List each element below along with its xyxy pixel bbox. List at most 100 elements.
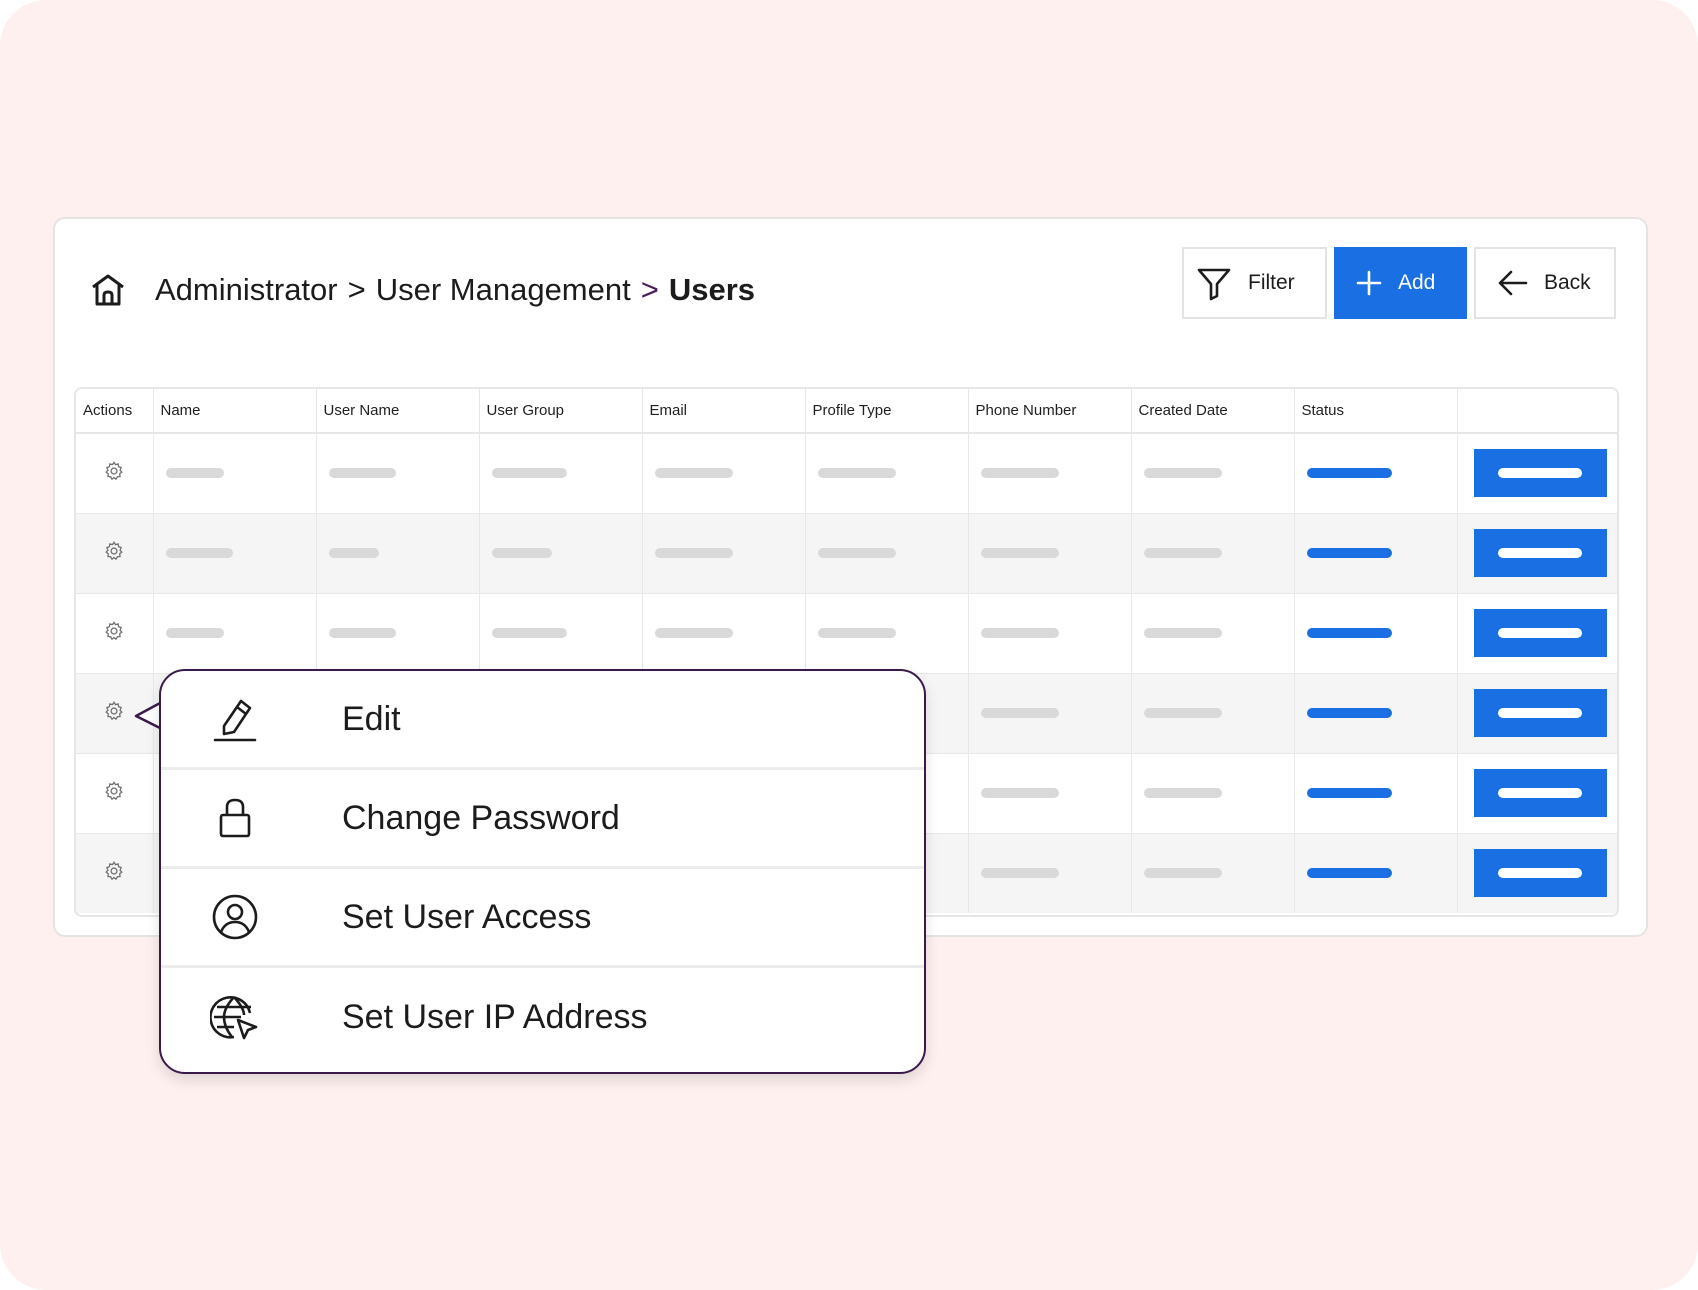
- row-button-placeholder: [1498, 548, 1582, 558]
- placeholder-bar: [980, 628, 1059, 638]
- placeholder-cell: [1131, 673, 1295, 754]
- actions-cell: [76, 433, 154, 514]
- placeholder-bar: [1143, 628, 1222, 638]
- placeholder-cell: [968, 753, 1132, 834]
- placeholder-bar: [654, 628, 733, 638]
- placeholder-bar: [980, 868, 1059, 879]
- status-cell: [1294, 593, 1458, 674]
- toolbar: Filter Add Back: [1182, 247, 1616, 319]
- add-button[interactable]: Add: [1334, 247, 1467, 319]
- placeholder-cell: [805, 433, 969, 514]
- placeholder-cell: [153, 593, 317, 674]
- back-label: Back: [1544, 271, 1591, 294]
- lock-icon: [208, 797, 262, 839]
- placeholder-cell: [968, 833, 1132, 913]
- page-background: Administrator > User Management > Users …: [0, 0, 1698, 1290]
- status-placeholder-bar: [1306, 468, 1392, 479]
- placeholder-cell: [479, 433, 643, 514]
- menu-item-label: Edit: [342, 699, 401, 738]
- placeholder-cell: [1131, 513, 1295, 594]
- page-title: Users: [668, 272, 756, 307]
- breadcrumb-item-administrator[interactable]: Administrator: [155, 272, 338, 308]
- gear-icon[interactable]: [103, 540, 125, 567]
- row-action-button[interactable]: [1473, 609, 1607, 657]
- filter-button[interactable]: Filter: [1182, 247, 1327, 319]
- status-placeholder-bar: [1306, 788, 1392, 798]
- gear-icon[interactable]: [103, 460, 125, 487]
- placeholder-bar: [817, 468, 896, 479]
- row-button-cell: [1457, 833, 1617, 913]
- placeholder-cell: [642, 513, 806, 594]
- placeholder-bar: [980, 548, 1059, 558]
- placeholder-bar: [1143, 468, 1222, 479]
- status-cell: [1294, 833, 1458, 913]
- column-header-user-group[interactable]: User Group: [479, 389, 643, 434]
- actions-cell: [76, 593, 154, 674]
- placeholder-cell: [1131, 753, 1295, 834]
- breadcrumb-item-user-management[interactable]: User Management: [376, 272, 631, 308]
- row-button-cell: [1457, 753, 1617, 834]
- placeholder-cell: [968, 673, 1132, 754]
- filter-icon: [1197, 268, 1231, 301]
- row-button-cell: [1457, 433, 1617, 514]
- column-header-status[interactable]: Status: [1294, 389, 1458, 434]
- actions-cell: [76, 833, 154, 913]
- menu-item-label: Change Password: [342, 798, 620, 837]
- row-button-cell: [1457, 593, 1617, 674]
- placeholder-bar: [491, 468, 567, 479]
- arrow-left-icon: [1498, 270, 1528, 296]
- breadcrumb-separator: >: [640, 272, 659, 307]
- placeholder-cell: [1131, 433, 1295, 514]
- placeholder-cell: [316, 433, 480, 514]
- gear-icon[interactable]: [103, 860, 125, 887]
- placeholder-bar: [980, 468, 1059, 479]
- add-label: Add: [1398, 271, 1436, 294]
- placeholder-bar: [980, 708, 1059, 718]
- table-row[interactable]: [76, 593, 1617, 674]
- row-action-button[interactable]: [1473, 849, 1607, 898]
- menu-item-change-password[interactable]: Change Password: [161, 770, 924, 869]
- column-header-profile-type[interactable]: Profile Type: [805, 389, 969, 434]
- table-row[interactable]: [76, 513, 1617, 594]
- status-placeholder-bar: [1306, 868, 1392, 879]
- column-header-actions[interactable]: Actions: [76, 389, 154, 434]
- status-placeholder-bar: [1306, 708, 1392, 718]
- user-circle-icon: [208, 893, 262, 941]
- row-action-button[interactable]: [1473, 529, 1607, 577]
- row-action-button[interactable]: [1473, 769, 1607, 817]
- column-header-name[interactable]: Name: [153, 389, 317, 434]
- globe-cursor-icon: [208, 993, 262, 1043]
- row-action-button[interactable]: [1473, 689, 1607, 737]
- placeholder-bar: [1143, 708, 1222, 718]
- home-icon[interactable]: [89, 270, 129, 310]
- row-button-placeholder: [1498, 788, 1582, 798]
- menu-item-set-user-ip-address[interactable]: Set User IP Address: [161, 968, 924, 1067]
- placeholder-cell: [1131, 593, 1295, 674]
- gear-icon[interactable]: [103, 700, 125, 727]
- placeholder-bar: [491, 548, 552, 558]
- placeholder-cell: [479, 513, 643, 594]
- placeholder-bar: [1143, 548, 1222, 558]
- column-header-blank: [1457, 389, 1617, 434]
- status-cell: [1294, 673, 1458, 754]
- placeholder-cell: [968, 513, 1132, 594]
- menu-item-set-user-access[interactable]: Set User Access: [161, 869, 924, 968]
- gear-icon[interactable]: [103, 780, 125, 807]
- table-row[interactable]: [76, 433, 1617, 514]
- column-header-phone-number[interactable]: Phone Number: [968, 389, 1132, 434]
- status-cell: [1294, 433, 1458, 514]
- column-header-created-date[interactable]: Created Date: [1131, 389, 1295, 434]
- row-action-button[interactable]: [1473, 449, 1607, 498]
- row-button-placeholder: [1498, 708, 1582, 718]
- placeholder-cell: [805, 513, 969, 594]
- actions-cell: [76, 513, 154, 594]
- placeholder-cell: [153, 513, 317, 594]
- back-button[interactable]: Back: [1474, 247, 1616, 319]
- column-header-email[interactable]: Email: [642, 389, 806, 434]
- column-header-user-name[interactable]: User Name: [316, 389, 480, 434]
- gear-icon[interactable]: [103, 620, 125, 647]
- row-button-placeholder: [1498, 468, 1582, 479]
- menu-item-edit[interactable]: Edit: [161, 671, 924, 770]
- placeholder-cell: [968, 433, 1132, 514]
- placeholder-bar: [491, 628, 567, 638]
